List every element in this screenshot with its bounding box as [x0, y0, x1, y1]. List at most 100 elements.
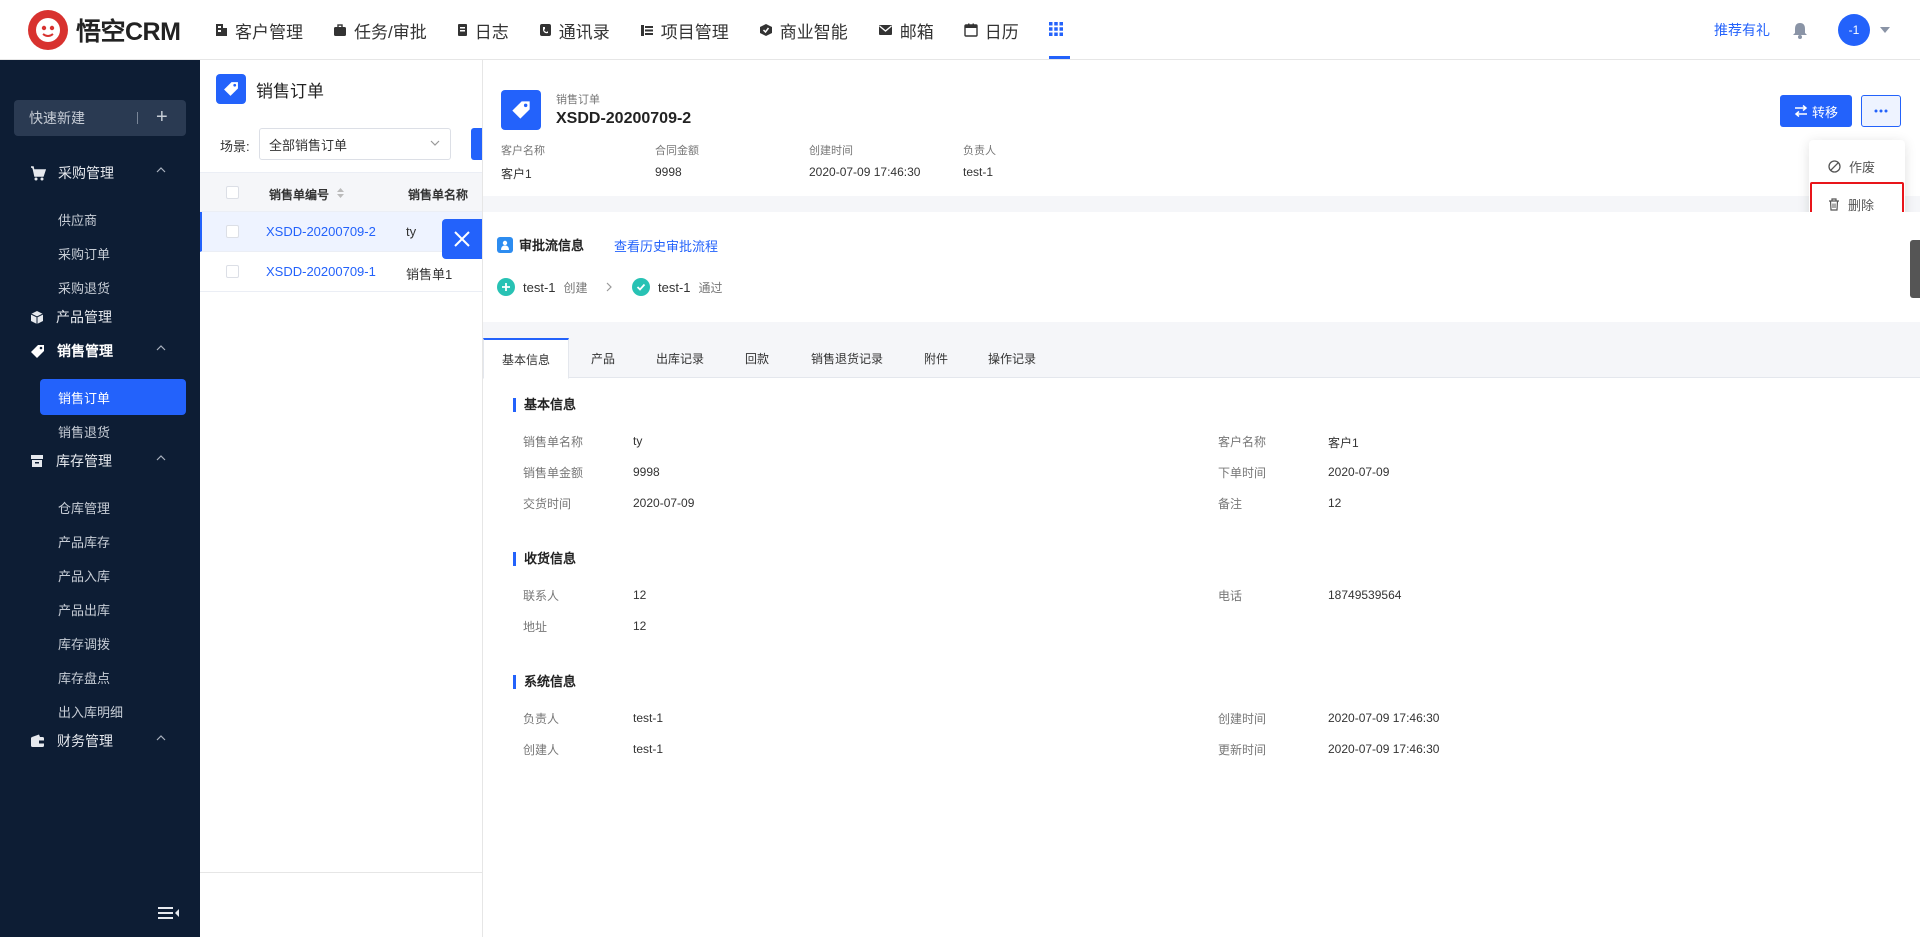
detail-header: 销售订单 XSDD-20200709-2 客户名称 客户1 合同金额 9998 …	[483, 60, 1920, 196]
sort-icon[interactable]	[337, 188, 344, 198]
tab-attachment[interactable]: 附件	[924, 338, 948, 378]
nav-label: 项目管理	[660, 22, 729, 42]
logo[interactable]: 悟空CRM	[28, 10, 181, 50]
nav-project[interactable]: 项目管理	[640, 0, 729, 60]
summary-label: 创建时间	[809, 145, 853, 157]
page-title-text: 销售订单	[256, 81, 324, 101]
tab-operation-log[interactable]: 操作记录	[988, 338, 1036, 378]
summary-field: 合同金额 9998	[655, 142, 699, 179]
caret-down-icon[interactable]	[1880, 27, 1890, 33]
recommend-link[interactable]: 推荐有礼	[1714, 20, 1770, 40]
sidebar-item-purchase-order[interactable]: 采购订单	[40, 235, 186, 271]
sidebar-item-sales-order[interactable]: 销售订单	[40, 379, 186, 415]
order-code-link[interactable]: XSDD-20200709-1	[266, 264, 376, 279]
record-title: XSDD-20200709-2	[556, 110, 692, 127]
user-icon	[497, 236, 513, 253]
summary-value: 客户1	[501, 167, 532, 181]
sidebar-item-stock-transfer[interactable]: 库存调拨	[40, 625, 186, 661]
field-label: 备注	[1218, 497, 1243, 511]
field-label: 电话	[1218, 589, 1243, 603]
column-header-code[interactable]: 销售单编号	[269, 186, 329, 203]
phone-icon	[539, 24, 551, 36]
sidebar-item-supplier[interactable]: 供应商	[40, 201, 186, 237]
summary-field: 客户名称 客户1	[501, 142, 545, 182]
customer-link[interactable]: 客户1	[1328, 434, 1359, 451]
nav-label: 日志	[474, 22, 509, 42]
field-value: 2020-07-09	[1328, 465, 1390, 479]
tab-label: 销售退货记录	[811, 351, 884, 366]
scene-select[interactable]: 全部销售订单	[259, 128, 451, 160]
tab-payment[interactable]: 回款	[745, 338, 769, 378]
sidebar-item-label: 库存调拨	[58, 636, 111, 652]
more-button[interactable]	[1861, 95, 1901, 127]
field-value: test-1	[633, 711, 664, 725]
quick-new-label: 快速新建	[29, 110, 85, 126]
bi-icon	[759, 24, 772, 36]
briefcase-icon	[334, 23, 346, 36]
tag-icon	[216, 74, 246, 104]
sidebar-item-product-in[interactable]: 产品入库	[40, 557, 186, 593]
sidebar-item-product-stock[interactable]: 产品库存	[40, 523, 186, 559]
field-label: 联系人	[523, 589, 560, 603]
row-checkbox[interactable]	[226, 265, 239, 278]
close-detail-button[interactable]	[442, 219, 482, 259]
field-label: 下单时间	[1218, 466, 1267, 480]
approval-history-link[interactable]: 查看历史审批流程	[614, 236, 718, 255]
tab-label: 产品	[591, 351, 616, 366]
approval-step: test-1 通过	[632, 278, 723, 296]
sidebar-item-label: 销售订单	[58, 390, 111, 406]
nav-calendar[interactable]: 日历	[964, 0, 1019, 60]
nav-mail[interactable]: 邮箱	[878, 0, 934, 60]
tag-icon	[501, 90, 541, 130]
table-row[interactable]: XSDD-20200709-2 ty	[200, 212, 482, 252]
sidebar-item-label: 库存盘点	[58, 670, 111, 686]
menu-item-void[interactable]: 作废	[1809, 149, 1905, 183]
menu-group-label: 财务管理	[57, 733, 113, 749]
summary-label: 合同金额	[655, 145, 699, 157]
sidebar: 快速新建 + 采购管理 供应商 采购订单 采购退货 产品管理 销售管理 销售订单…	[0, 60, 200, 937]
user-avatar[interactable]: -1	[1838, 14, 1870, 46]
bell-icon[interactable]	[1792, 22, 1808, 39]
section-title-system: 系统信息	[513, 675, 576, 689]
summary-value: 2020-07-09 17:46:30	[809, 165, 921, 179]
sidebar-item-stock-check[interactable]: 库存盘点	[40, 659, 186, 695]
tab-sales-return[interactable]: 销售退货记录	[811, 338, 883, 378]
quick-new-button[interactable]: 快速新建 +	[14, 100, 186, 136]
nav-label: 客户管理	[235, 22, 303, 42]
menu-group-finance[interactable]: 财务管理	[0, 721, 200, 761]
row-checkbox[interactable]	[226, 225, 239, 238]
divider	[200, 872, 482, 873]
transfer-button[interactable]: 转移	[1780, 95, 1852, 127]
field-label: 负责人	[523, 712, 560, 726]
field-value: 9998	[633, 465, 660, 479]
nav-task[interactable]: 任务/审批	[333, 0, 427, 60]
menu-group-sales[interactable]: 销售管理	[0, 331, 200, 371]
list-pane: 销售订单 场景: 全部销售订单 销售单编号 销售单名称 XSDD-2020070…	[200, 60, 482, 937]
nav-apps[interactable]	[1048, 1, 1070, 59]
sidebar-item-label: 出入库明细	[58, 704, 124, 720]
plus-icon: +	[156, 106, 168, 128]
sidebar-item-product-out[interactable]: 产品出库	[40, 591, 186, 627]
nav-bi[interactable]: 商业智能	[759, 0, 848, 60]
tab-outbound[interactable]: 出库记录	[656, 338, 704, 378]
collapse-sidebar-icon[interactable]	[158, 906, 180, 920]
building-icon	[216, 24, 227, 36]
tab-basic-info[interactable]: 基本信息	[483, 338, 570, 379]
column-header-name[interactable]: 销售单名称	[408, 186, 468, 203]
create-button[interactable]	[471, 128, 482, 160]
sidebar-item-warehouse[interactable]: 仓库管理	[40, 489, 186, 525]
field-label: 销售单名称	[523, 435, 584, 449]
approval-title: 审批流信息	[497, 235, 584, 254]
side-scroll-handle[interactable]	[1910, 240, 1920, 298]
menu-group-stock[interactable]: 库存管理	[0, 441, 200, 481]
transfer-icon	[1794, 105, 1808, 117]
select-all-checkbox[interactable]	[226, 186, 239, 199]
order-code-link[interactable]: XSDD-20200709-2	[266, 224, 376, 239]
nav-customer[interactable]: 客户管理	[215, 0, 303, 60]
logo-text: 悟空CRM	[76, 18, 181, 46]
table-row[interactable]: XSDD-20200709-1 销售单1	[200, 252, 482, 292]
nav-log[interactable]: 日志	[457, 0, 509, 60]
tab-product[interactable]: 产品	[591, 338, 615, 378]
nav-contacts[interactable]: 通讯录	[539, 0, 610, 60]
menu-group-purchase[interactable]: 采购管理	[0, 153, 200, 193]
